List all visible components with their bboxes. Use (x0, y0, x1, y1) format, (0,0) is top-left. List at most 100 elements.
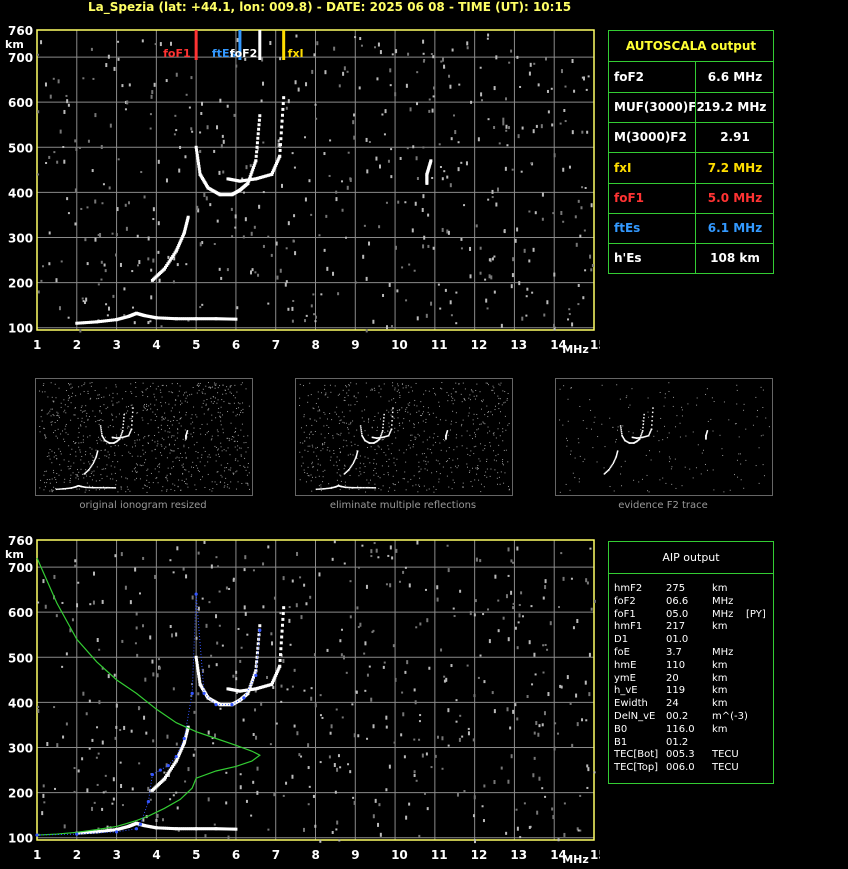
thumb-noise (102, 420, 104, 422)
noise-point (289, 643, 292, 646)
thumb-noise (139, 439, 141, 441)
thumb-noise (498, 408, 500, 410)
noise-point (219, 707, 222, 710)
noise-point (510, 49, 513, 53)
thumb-echo (122, 423, 125, 426)
noise-point (376, 77, 379, 81)
thumb-noise (212, 396, 214, 398)
thumb-noise (476, 395, 478, 397)
thumb-noise (75, 451, 77, 453)
thumb-noise (73, 462, 75, 464)
noise-point (560, 69, 563, 74)
thumb-noise (217, 399, 219, 401)
thumb-noise (364, 409, 366, 411)
thumb-noise (110, 465, 112, 467)
thumb-noise (388, 448, 390, 450)
thumb-noise (75, 455, 77, 457)
thumb-noise (217, 392, 219, 394)
thumb-noise (185, 469, 187, 471)
thumb-noise (299, 405, 301, 407)
noise-point (316, 41, 319, 46)
thumb-noise (369, 462, 371, 464)
noise-point (150, 295, 153, 300)
thumb-noise (116, 393, 118, 395)
thumb-noise (584, 458, 586, 460)
thumb-noise (175, 457, 177, 459)
noise-point (176, 263, 179, 267)
thumb-echo (88, 486, 90, 489)
thumb-noise (374, 489, 376, 491)
noise-point (106, 314, 109, 317)
noise-point (204, 834, 207, 839)
echo-point (196, 159, 200, 163)
thumb-noise (53, 400, 55, 402)
thumb-noise (185, 411, 187, 413)
noise-point (441, 227, 444, 232)
thumb-noise (223, 486, 225, 488)
noise-point (208, 601, 211, 604)
thumb-noise (397, 383, 399, 385)
thumb-noise (228, 402, 230, 404)
noise-point (560, 210, 563, 215)
thumb-noise (756, 409, 758, 411)
thumb-noise (205, 404, 207, 406)
thumb-noise (641, 478, 643, 480)
noise-point (101, 807, 104, 811)
noise-point (396, 289, 399, 293)
noise-point (352, 120, 355, 125)
thumb-noise (681, 415, 683, 417)
thumb-noise (46, 455, 48, 457)
thumb-noise (401, 407, 403, 409)
thumb-noise (171, 435, 173, 437)
noise-point (172, 687, 175, 691)
thumb-noise (467, 466, 469, 468)
noise-point (176, 546, 179, 551)
thumb-noise (647, 490, 649, 492)
thumb-noise (373, 458, 375, 460)
noise-point (508, 61, 511, 64)
thumb-noise (242, 402, 244, 404)
thumb-noise (104, 455, 106, 457)
thumb-noise (314, 419, 316, 421)
noise-point (532, 247, 535, 252)
thumb-noise (83, 383, 85, 385)
aip-key: foF1 (614, 608, 636, 620)
noise-point (196, 205, 199, 210)
thumb-noise (348, 389, 350, 391)
thumb-noise (170, 449, 172, 451)
thumb-echo (132, 407, 134, 409)
thumb-noise (763, 475, 765, 477)
thumb-noise (392, 475, 394, 477)
noise-point (493, 780, 496, 785)
thumb-noise (67, 433, 69, 435)
echo-point (194, 655, 198, 659)
thumb-noise (50, 408, 52, 410)
noise-point (388, 282, 391, 287)
noise-point (176, 806, 179, 810)
noise-point (235, 670, 238, 674)
noise-point (149, 320, 152, 323)
thumb-noise (647, 416, 649, 418)
thumb-noise (456, 434, 458, 436)
thumb-noise (417, 422, 419, 424)
noise-point (112, 797, 115, 801)
aip-key: B1 (614, 736, 628, 748)
thumb-noise (115, 480, 117, 482)
thumb-noise (353, 395, 355, 397)
noise-point (310, 696, 313, 701)
noise-point (152, 207, 155, 212)
thumb-echo (620, 431, 623, 433)
thumb-noise (364, 466, 366, 468)
thumb-noise (58, 474, 60, 476)
noise-point (402, 570, 405, 574)
thumb-noise (340, 480, 342, 482)
aip-unit: TECU (712, 762, 739, 774)
noise-point (147, 321, 150, 325)
noise-point (280, 700, 283, 703)
noise-point (89, 603, 92, 606)
thumb-echo (89, 486, 92, 489)
noise-point (296, 551, 299, 556)
noise-point (213, 823, 216, 826)
thumb-noise (146, 403, 148, 405)
noise-point (359, 622, 362, 627)
